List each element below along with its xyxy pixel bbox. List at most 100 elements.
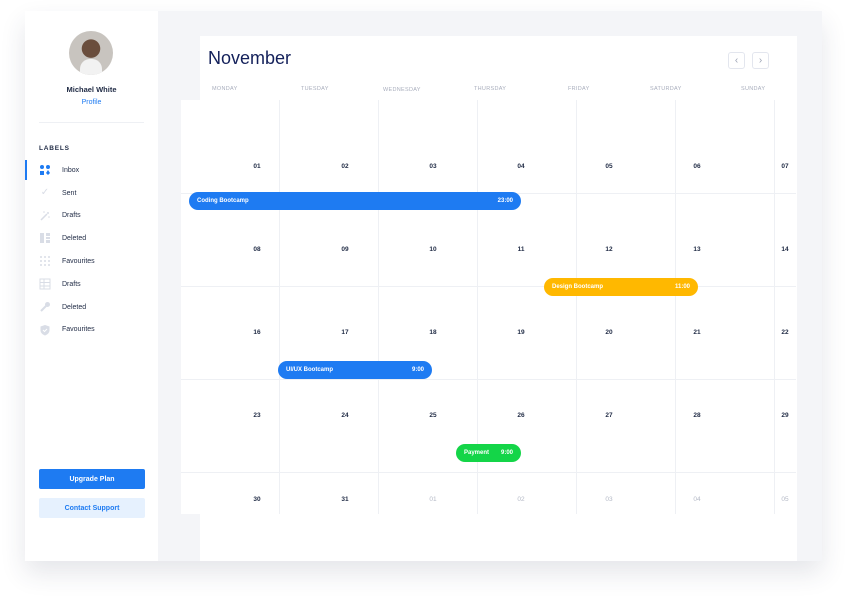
nav-item-label: Inbox <box>62 166 80 174</box>
calendar-day[interactable]: 27 <box>599 412 619 419</box>
calendar-day[interactable]: 16 <box>247 329 267 336</box>
sidebar: Michael White Profile LABELS Inbox ✓ Sen… <box>25 11 158 561</box>
grid-column-divider <box>675 100 676 514</box>
calendar-day[interactable]: 17 <box>335 329 355 336</box>
calendar-day[interactable]: 14 <box>775 246 795 253</box>
calendar-day[interactable]: 19 <box>511 329 531 336</box>
shield-icon <box>39 324 51 336</box>
calendar-day[interactable]: 12 <box>599 246 619 253</box>
grid-column-divider <box>576 100 577 514</box>
calendar-day[interactable]: 20 <box>599 329 619 336</box>
magic-wand-icon <box>39 210 51 222</box>
wrench-icon <box>39 301 51 313</box>
nav-item-deleted-2[interactable]: Deleted <box>25 296 158 319</box>
calendar-day[interactable]: 04 <box>687 496 707 503</box>
calendar-event[interactable]: Coding Bootcamp 23:00 <box>189 192 521 210</box>
calendar-event[interactable]: UI/UX Bootcamp 9:00 <box>278 361 432 379</box>
calendar-day[interactable]: 03 <box>599 496 619 503</box>
event-title: Design Bootcamp <box>552 284 604 290</box>
weekday-label: THURSDAY <box>474 86 507 92</box>
calendar-day[interactable]: 11 <box>511 246 531 253</box>
calendar-day[interactable]: 30 <box>247 496 267 503</box>
calendar-day[interactable]: 10 <box>423 246 443 253</box>
event-time: 9:00 <box>411 367 424 373</box>
calendar-day[interactable]: 02 <box>511 496 531 503</box>
event-time: 9:00 <box>500 450 513 456</box>
calendar-day[interactable]: 03 <box>423 163 443 170</box>
chevron-right-icon: › <box>758 55 763 66</box>
calendar-day[interactable]: 04 <box>511 163 531 170</box>
calendar-day[interactable]: 25 <box>423 412 443 419</box>
event-time: 11:00 <box>674 284 690 290</box>
grid-column-divider <box>279 100 280 514</box>
nav-item-label: Drafts <box>62 212 81 220</box>
nav-item-label: Favourites <box>62 326 95 334</box>
nav-item-favourites-2[interactable]: Favourites <box>25 319 158 342</box>
columns-icon <box>39 232 51 244</box>
month-title: November <box>208 48 292 68</box>
nav-item-inbox[interactable]: Inbox <box>25 159 158 182</box>
weekday-label: MONDAY <box>212 86 238 92</box>
grid-row-divider <box>181 379 796 380</box>
calendar-day[interactable]: 28 <box>687 412 707 419</box>
divider <box>39 122 144 123</box>
calendar-day[interactable]: 22 <box>775 329 795 336</box>
avatar[interactable] <box>69 31 113 75</box>
calendar-grid: 01 02 03 04 05 06 07 08 09 10 11 12 13 14 16 17 18 19 20 21… <box>181 100 796 514</box>
contact-support-button[interactable]: Contact Support <box>39 498 145 518</box>
user-name: Michael White <box>66 85 117 94</box>
nav-item-label: Favourites <box>62 258 95 266</box>
calendar-day[interactable]: 23 <box>247 412 267 419</box>
calendar-day[interactable]: 31 <box>335 496 355 503</box>
nav-item-label: Sent <box>62 189 77 197</box>
calendar-day[interactable]: 06 <box>687 163 707 170</box>
calendar-day[interactable]: 08 <box>247 246 267 253</box>
labels-heading: LABELS <box>39 145 70 152</box>
inbox-icon <box>39 164 51 176</box>
check-icon: ✓ <box>40 187 50 199</box>
prev-month-button[interactable]: ‹ <box>728 52 745 69</box>
profile-link[interactable]: Profile <box>25 99 158 106</box>
nav-item-sent[interactable]: ✓ Sent <box>25 182 158 205</box>
calendar-day[interactable]: 05 <box>599 163 619 170</box>
nav-item-label: Drafts <box>62 280 81 288</box>
calendar-day[interactable]: 13 <box>687 246 707 253</box>
weekday-label: TUESDAY <box>301 86 329 92</box>
nav-item-drafts[interactable]: Drafts <box>25 205 158 228</box>
nav-item-drafts-2[interactable]: Drafts <box>25 273 158 296</box>
next-month-button[interactable]: › <box>752 52 769 69</box>
weekday-label: WEDNESDAY <box>383 87 421 93</box>
upgrade-plan-button[interactable]: Upgrade Plan <box>39 469 145 489</box>
calendar-day[interactable]: 01 <box>423 496 443 503</box>
calendar-day[interactable]: 09 <box>335 246 355 253</box>
grid-column-divider <box>378 100 379 514</box>
nav-item-favourites[interactable]: Favourites <box>25 250 158 273</box>
grid-icon <box>39 255 51 267</box>
event-time: 23:00 <box>497 198 513 204</box>
weekday-label: FRIDAY <box>568 86 590 92</box>
calendar-day[interactable]: 21 <box>687 329 707 336</box>
event-title: UI/UX Bootcamp <box>286 367 334 373</box>
labels-nav: Inbox ✓ Sent Drafts Deleted Favourites D… <box>25 159 158 341</box>
calendar-event[interactable]: Payment 9:00 <box>456 444 521 462</box>
table-icon <box>39 278 51 290</box>
calendar-day[interactable]: 02 <box>335 163 355 170</box>
weekday-label: SUNDAY <box>741 86 766 92</box>
nav-item-label: Deleted <box>62 235 87 243</box>
chevron-left-icon: ‹ <box>734 55 739 66</box>
grid-row-divider <box>181 286 796 287</box>
grid-row-divider <box>181 472 796 473</box>
calendar-day[interactable]: 01 <box>247 163 267 170</box>
nav-item-deleted[interactable]: Deleted <box>25 227 158 250</box>
calendar-event[interactable]: Design Bootcamp 11:00 <box>544 278 698 296</box>
calendar-day[interactable]: 24 <box>335 412 355 419</box>
weekday-label: SATURDAY <box>650 86 682 92</box>
nav-item-label: Deleted <box>62 303 87 311</box>
calendar-day[interactable]: 18 <box>423 329 443 336</box>
event-title: Payment <box>464 450 490 456</box>
calendar-day[interactable]: 07 <box>775 163 795 170</box>
calendar-day[interactable]: 29 <box>775 412 795 419</box>
event-title: Coding Bootcamp <box>197 198 249 204</box>
calendar-day[interactable]: 26 <box>511 412 531 419</box>
calendar-day[interactable]: 05 <box>775 496 795 503</box>
